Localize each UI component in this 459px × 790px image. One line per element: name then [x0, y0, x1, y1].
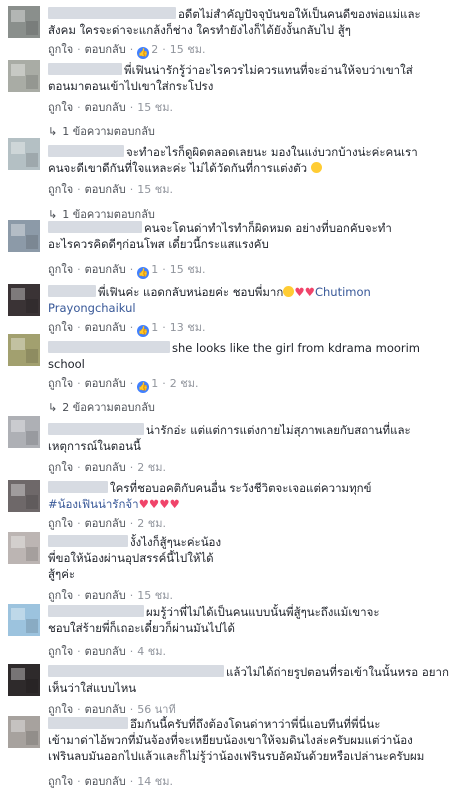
timestamp[interactable]: 15 ชม. [170, 263, 206, 276]
reply-button[interactable]: ตอบกลับ [85, 703, 126, 716]
like-reaction-icon: 👍 [137, 267, 150, 279]
comment-text: แล้วไม่ได้ถ่ายรูปตอนที่รอเข้าในนั้นหรอ อ… [226, 665, 449, 679]
like-button[interactable]: ถูกใจ [48, 589, 73, 602]
mentioned-user[interactable]: Prayongchaikul [48, 300, 453, 316]
comment-text: ชอบใส่ร้ายพี่ก็เถอะเดี๋ยวก็ผ่านมันไปได้ [48, 621, 235, 635]
like-button[interactable]: ถูกใจ [48, 101, 73, 114]
comment-text: งั้งไงก็สู้ๆนะค่ะน้อง [130, 535, 222, 549]
view-replies-link[interactable]: ↳ 1 ข้อความตอบกลับ [48, 122, 155, 140]
like-button[interactable]: ถูกใจ [48, 517, 73, 530]
avatar[interactable] [8, 480, 40, 512]
commenter-name[interactable] [48, 717, 128, 729]
avatar[interactable] [8, 6, 40, 38]
timestamp[interactable]: 15 ชม. [170, 43, 206, 56]
timestamp[interactable]: 56 นาที [137, 703, 175, 716]
comment-text: คนจะโดนด่าทำไรทำก็ผิดหมด อย่างที่บอกคับจ… [144, 221, 392, 235]
grin-emoji-icon [283, 286, 295, 297]
comment-text: พี่เฟินน่ารักรู้ว่าอะไรควรไม่ควรแทนที่จะ… [124, 63, 413, 77]
avatar[interactable] [8, 220, 40, 252]
avatar[interactable] [8, 416, 40, 448]
reply-arrow-icon: ↳ [48, 125, 58, 138]
commenter-name[interactable] [48, 341, 170, 353]
view-replies-link[interactable]: ↳ 2 ข้อความตอบกลับ [48, 398, 155, 416]
comment-text: เห็นว่าใส่แบบไหน [48, 681, 137, 695]
comment-text: พี่เฟินค่ะ แอดกลับหน่อยค่ะ ชอบพี่มาก [98, 285, 284, 299]
timestamp[interactable]: 15 ชม. [137, 589, 173, 602]
comment-text: อดีตไม่สำคัญปัจจุบันขอให้เป็นคนดีของพ่อแ… [178, 7, 421, 21]
heart-emoji-icon: ♥♥ [294, 285, 315, 299]
commenter-name[interactable] [48, 481, 108, 493]
comment-text: สังคม ใครจะด่าจะแกล้งก็ช่าง ใครทำยังไงก็… [48, 23, 351, 37]
hashtag-link[interactable]: #น้องเฟินน่ารักจ้า [48, 497, 139, 511]
timestamp[interactable]: 15 ชม. [137, 101, 173, 114]
reply-button[interactable]: ตอบกลับ [85, 517, 126, 530]
commenter-name[interactable] [48, 145, 124, 157]
commenter-name[interactable] [48, 285, 96, 297]
like-button[interactable]: ถูกใจ [48, 263, 73, 276]
timestamp[interactable]: 2 ชม. [137, 517, 166, 530]
comment-text: อึมกันนี้ครับที่ถึงต้องโดนด่าหาว่าพี่นี่… [130, 717, 381, 731]
grin-emoji-icon [310, 162, 322, 173]
comment-text: จะทำอะไรก็ดูผิดตลอดเลยนะ มองในแง่บวกบ้าง… [126, 145, 418, 159]
reply-button[interactable]: ตอบกลับ [85, 263, 126, 276]
commenter-name[interactable] [48, 221, 142, 233]
reply-arrow-icon: ↳ [48, 401, 58, 414]
timestamp[interactable]: 2 ชม. [170, 377, 199, 390]
like-button[interactable]: ถูกใจ [48, 43, 73, 56]
reply-button[interactable]: ตอบกลับ [85, 589, 126, 602]
like-button[interactable]: ถูกใจ [48, 183, 73, 196]
reply-button[interactable]: ตอบกลับ [85, 461, 126, 474]
comment-text: สู้ๆค่ะ [48, 567, 76, 581]
comment-text: ใครที่ชอบอคติกับคนอื่น ระวังชีวิตจะเจอแต… [110, 481, 372, 495]
reply-button[interactable]: ตอบกลับ [85, 377, 126, 390]
reply-button[interactable]: ตอบกลับ [85, 321, 126, 334]
timestamp[interactable]: 4 ชม. [137, 645, 166, 658]
comment-text: she looks like the girl from kdrama moor… [172, 341, 421, 355]
reply-button[interactable]: ตอบกลับ [85, 43, 126, 56]
like-button[interactable]: ถูกใจ [48, 461, 73, 474]
commenter-name[interactable] [48, 7, 176, 19]
commenter-name[interactable] [48, 423, 144, 435]
mentioned-user[interactable]: Chutimon [315, 285, 371, 299]
comment-text: อะไรควรคิดดีๆก่อนโพส เดี๋ยวนี้กระแสแรงคั… [48, 237, 269, 251]
comment-text: เข้ามาด่าไอ้พวกที่มันจ้องที่จะเหยียบน้อง… [48, 733, 413, 747]
like-reaction-icon: 👍 [137, 47, 150, 59]
comment-text: น่ารักอ่ะ แต่แต่การแต่งกายไม่สุภาพเลยกับ… [146, 423, 411, 437]
like-button[interactable]: ถูกใจ [48, 377, 73, 390]
avatar[interactable] [8, 284, 40, 316]
timestamp[interactable]: 2 ชม. [137, 461, 166, 474]
commenter-name[interactable] [48, 665, 224, 677]
comment-text: ผมรู้ว่าพี่ไม่ได้เป็นคนแบบนั้นพี่สู้ๆนะถ… [146, 605, 380, 619]
avatar[interactable] [8, 334, 40, 366]
comment-text: พี่ขอให้น้องผ่านอุปสรรค์นี้ไปให้ได้ [48, 551, 214, 565]
comment-text: คนจะดีเขาดีกันที่ใจแหละค่ะ ไม่ได้วัดกันท… [48, 161, 308, 175]
timestamp[interactable]: 13 ชม. [170, 321, 206, 334]
commenter-name[interactable] [48, 605, 144, 617]
avatar[interactable] [8, 138, 40, 170]
commenter-name[interactable] [48, 535, 128, 547]
avatar[interactable] [8, 716, 40, 748]
avatar[interactable] [8, 604, 40, 636]
like-reaction-icon: 👍 [137, 325, 150, 337]
commenter-name[interactable] [48, 63, 122, 75]
reply-button[interactable]: ตอบกลับ [85, 645, 126, 658]
reply-button[interactable]: ตอบกลับ [85, 775, 126, 788]
timestamp[interactable]: 15 ชม. [137, 183, 173, 196]
avatar[interactable] [8, 664, 40, 696]
comment-text: ตอนมาตอนเข้าไปเขาใส่กระโปรง [48, 79, 214, 93]
timestamp[interactable]: 14 ชม. [137, 775, 173, 788]
like-reaction-icon: 👍 [137, 381, 150, 393]
like-button[interactable]: ถูกใจ [48, 775, 73, 788]
avatar[interactable] [8, 532, 40, 564]
like-button[interactable]: ถูกใจ [48, 645, 73, 658]
like-button[interactable]: ถูกใจ [48, 321, 73, 334]
comment-text: เหตุการณ์ในตอนนี้ [48, 439, 141, 453]
like-button[interactable]: ถูกใจ [48, 703, 73, 716]
reply-button[interactable]: ตอบกลับ [85, 101, 126, 114]
heart-emoji-icon: ♥♥♥♥ [138, 497, 180, 511]
reply-button[interactable]: ตอบกลับ [85, 183, 126, 196]
avatar[interactable] [8, 60, 40, 92]
comment-text: เฟรินลบมันออกไปแล้วและก็ไม่รู้ว่าน้องเฟร… [48, 749, 425, 763]
comment-text: school [48, 357, 85, 371]
